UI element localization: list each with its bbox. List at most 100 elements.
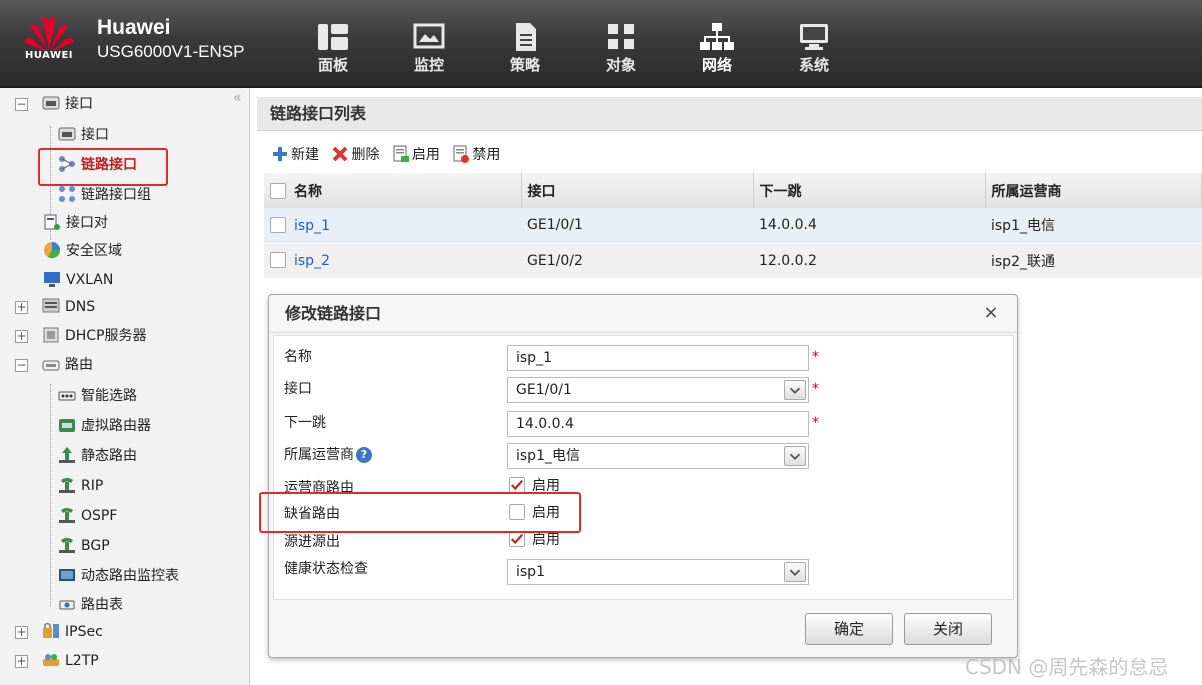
expand-toggle[interactable]: +: [15, 626, 28, 639]
disable-button[interactable]: 禁用: [452, 144, 500, 164]
dialog-close-icon[interactable]: ×: [981, 303, 1001, 323]
watermark: CSDN @周先森的怠忌: [965, 655, 1169, 679]
tree-item-security-zone[interactable]: 安全区域: [43, 238, 122, 264]
nav-label: 策略: [509, 56, 540, 74]
row-checkbox[interactable]: [270, 216, 286, 233]
tree-item-l2tp[interactable]: + L2TP: [15, 648, 99, 674]
tree-item-smart-routing[interactable]: 智能选路: [58, 383, 137, 409]
ok-button[interactable]: 确定: [805, 613, 893, 645]
enable-icon: [393, 145, 409, 162]
tree-item-dynamic-route-monitor[interactable]: 动态路由监控表: [58, 563, 179, 589]
logo-text: HUAWEI: [24, 50, 74, 61]
dropdown-arrow-icon[interactable]: [784, 562, 806, 582]
tree-item-route-table[interactable]: 路由表: [58, 592, 123, 618]
expand-toggle[interactable]: +: [15, 330, 28, 343]
dropdown-arrow-icon[interactable]: [784, 380, 806, 400]
nav-object[interactable]: 对象: [591, 22, 651, 75]
static-route-icon: [59, 447, 75, 463]
help-icon[interactable]: ?: [356, 447, 372, 463]
tree-item-routing[interactable]: − 路由: [15, 352, 93, 378]
isp-select[interactable]: isp1_电信: [507, 443, 809, 469]
tree-item-dns[interactable]: + DNS: [15, 294, 95, 320]
row-isp: isp1_电信: [985, 208, 1202, 244]
nav-network[interactable]: 网络: [687, 22, 747, 75]
health-check-select[interactable]: isp1: [507, 559, 809, 585]
tree-item-ospf[interactable]: OSPF: [58, 503, 117, 529]
collapse-sidebar-button[interactable]: «: [233, 90, 242, 106]
tree-item-bgp[interactable]: BGP: [58, 533, 110, 559]
required-mark: *: [812, 349, 819, 365]
brand-name: Huawei: [97, 16, 171, 39]
interface-select[interactable]: GE1/0/1: [507, 377, 809, 403]
isp-route-checkbox[interactable]: [509, 477, 525, 493]
collapse-toggle[interactable]: −: [15, 98, 28, 111]
security-zone-icon: [44, 242, 61, 259]
nav-policy[interactable]: 策略: [495, 22, 555, 75]
rip-icon: [59, 478, 75, 493]
tree-item-interface[interactable]: 接口: [58, 122, 109, 148]
health-check-label: 健康状态检查: [284, 561, 368, 577]
select-all-checkbox[interactable]: [270, 182, 286, 199]
tree-item-interface-group[interactable]: − 接口: [15, 91, 93, 117]
table-header-row: 名称 接口 下一跳 所属运营商: [264, 173, 1202, 208]
object-icon: [608, 24, 634, 49]
interface-pair-icon: [44, 214, 60, 230]
ospf-icon: [59, 508, 75, 523]
row-nexthop: 14.0.0.4: [753, 208, 985, 244]
nexthop-label: 下一跳: [284, 415, 326, 431]
column-header-isp[interactable]: 所属运营商: [985, 173, 1202, 208]
nav-monitor[interactable]: 监控: [399, 22, 459, 75]
tree-item-static-route[interactable]: 静态路由: [58, 443, 137, 469]
row-checkbox[interactable]: [270, 252, 286, 268]
monitor-icon: [413, 23, 445, 49]
collapse-toggle[interactable]: −: [15, 359, 28, 372]
tree-item-virtual-router[interactable]: 虚拟路由器: [58, 413, 151, 439]
isp-label: 所属运营商?: [284, 444, 372, 464]
delete-button[interactable]: 删除: [331, 144, 379, 164]
column-header-nexthop[interactable]: 下一跳: [753, 173, 986, 208]
tree-item-interface-pair[interactable]: 接口对: [43, 210, 108, 236]
column-header-interface[interactable]: 接口: [521, 173, 754, 208]
device-model: USG6000V1-ENSP: [97, 42, 245, 61]
tree-item-dhcp-server[interactable]: + DHCP服务器: [15, 323, 147, 349]
enable-button[interactable]: 启用: [392, 144, 440, 164]
nexthop-input[interactable]: 14.0.0.4: [507, 411, 809, 437]
dropdown-arrow-icon[interactable]: [784, 446, 806, 466]
nav-label: 面板: [317, 56, 348, 74]
panel-title: 链路接口列表: [257, 97, 1202, 131]
row-name-link[interactable]: isp_2: [294, 253, 330, 269]
row-nexthop: 12.0.0.2: [753, 243, 985, 279]
expand-toggle[interactable]: +: [15, 655, 28, 668]
router-icon: [42, 360, 60, 371]
dashboard-icon: [318, 24, 348, 50]
policy-icon: [516, 23, 536, 51]
smart-routing-icon: [58, 391, 76, 401]
expand-toggle[interactable]: +: [15, 301, 28, 314]
nav-dashboard[interactable]: 面板: [303, 22, 363, 75]
brand: Huawei USG6000V1-ENSP: [97, 16, 244, 62]
column-header-name[interactable]: 名称: [264, 173, 522, 208]
row-isp: isp2_联通: [985, 243, 1202, 279]
row-name-link[interactable]: isp_1: [294, 218, 330, 234]
interface-label: 接口: [284, 381, 312, 397]
checkmark-icon: [510, 479, 524, 491]
checkmark-icon: [510, 533, 524, 545]
table-row[interactable]: isp_1 GE1/0/1 14.0.0.4 isp1_电信: [264, 208, 1202, 244]
close-button[interactable]: 关闭: [904, 613, 992, 645]
table-row[interactable]: isp_2 GE1/0/2 12.0.0.2 isp2_联通: [264, 243, 1202, 279]
tree-item-vxlan[interactable]: VXLAN: [43, 267, 113, 293]
toolbar: 新建 删除 启用 禁用: [271, 144, 508, 164]
system-icon: [800, 24, 828, 50]
route-table-icon: [59, 600, 75, 610]
nav-system[interactable]: 系统: [784, 22, 844, 75]
l2tp-icon: [43, 654, 59, 666]
name-input[interactable]: isp_1: [507, 345, 809, 371]
new-button[interactable]: 新建: [271, 144, 319, 164]
tree-item-link-interface-group[interactable]: 链路接口组: [58, 182, 151, 208]
interface-icon: [42, 96, 60, 110]
edit-link-interface-dialog: 修改链路接口 × 名称 isp_1 * 接口 GE1/0/1 * 下一跳 14.…: [268, 294, 1018, 658]
vxlan-icon: [44, 272, 60, 287]
tree-item-rip[interactable]: RIP: [58, 473, 103, 499]
source-in-source-out-checkbox[interactable]: [509, 531, 525, 547]
tree-item-ipsec[interactable]: + IPSec: [15, 619, 103, 645]
